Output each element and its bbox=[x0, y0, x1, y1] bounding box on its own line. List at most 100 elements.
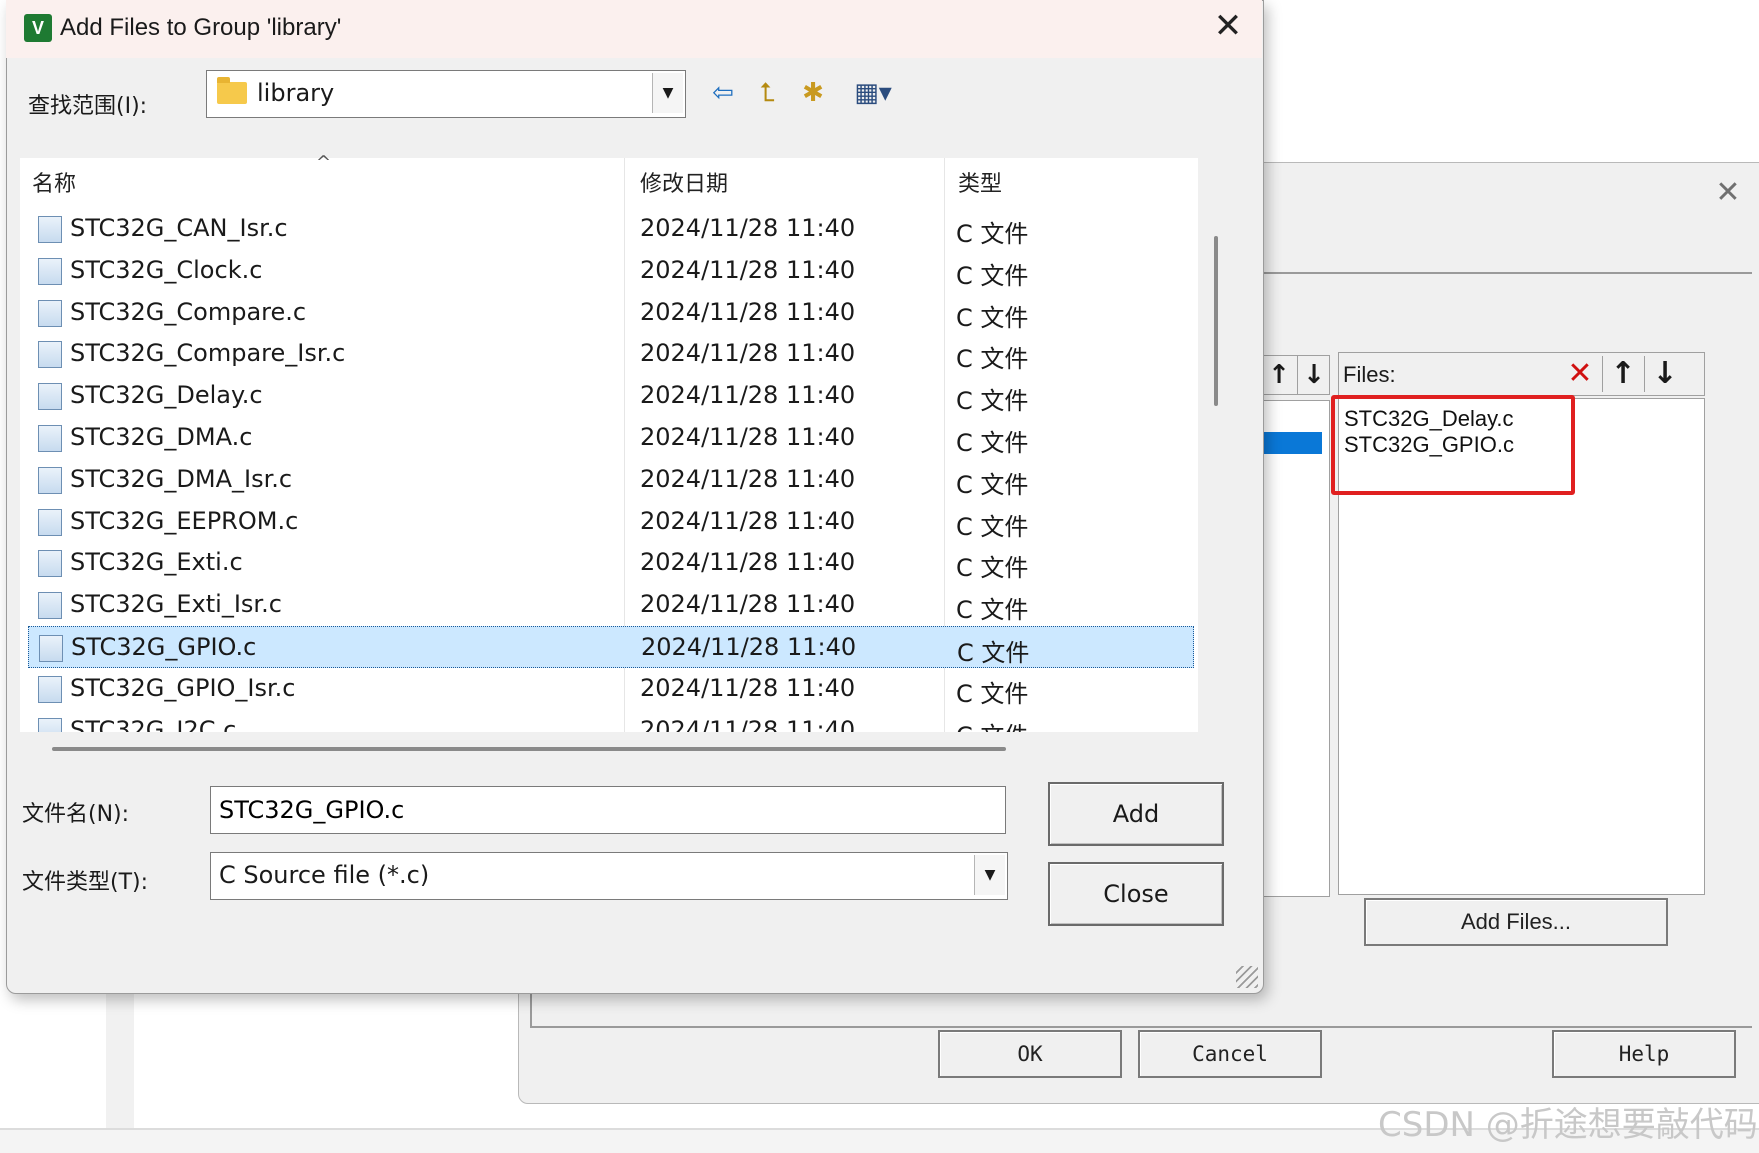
new-folder-icon[interactable]: ✱ bbox=[796, 76, 830, 110]
file-row[interactable]: STC32G_GPIO.c 2024/11/28 11:40 C 文件 bbox=[28, 626, 1194, 668]
file-row-name: STC32G_Exti_Isr.c bbox=[70, 590, 282, 619]
dialog-title: Add Files to Group 'library' bbox=[60, 14, 342, 41]
file-row-name: STC32G_Compare_Isr.c bbox=[70, 339, 346, 368]
c-file-icon bbox=[38, 466, 62, 494]
close-icon[interactable]: ✕ bbox=[1210, 8, 1246, 44]
c-file-icon bbox=[38, 675, 62, 703]
file-row-date: 2024/11/28 11:40 bbox=[640, 214, 856, 242]
groups-list[interactable] bbox=[1262, 400, 1330, 897]
c-file-icon bbox=[38, 341, 62, 369]
c-file-icon bbox=[38, 216, 62, 243]
file-row-type: C 文件 bbox=[956, 429, 1029, 457]
file-row-date: 2024/11/28 11:40 bbox=[640, 548, 856, 577]
file-type-label: 文件类型(T): bbox=[22, 870, 149, 895]
look-in-value: library bbox=[257, 79, 335, 107]
resize-grip-icon[interactable] bbox=[1236, 966, 1258, 988]
delete-icon[interactable]: ✕ bbox=[1560, 356, 1600, 392]
move-up-icon[interactable]: ↑ bbox=[1263, 356, 1295, 394]
file-row-date: 2024/11/28 11:40 bbox=[640, 381, 856, 410]
file-row[interactable]: STC32G_Compare_Isr.c 2024/11/28 11:40 C 文件 bbox=[28, 333, 1194, 375]
c-file-icon bbox=[38, 257, 62, 285]
file-row-type: C 文件 bbox=[956, 345, 1029, 374]
move-up-icon[interactable]: ↑ bbox=[1602, 356, 1643, 392]
file-type-dropdown[interactable]: C Source file (*.c) ▼ bbox=[210, 852, 1008, 900]
file-row-date: 2024/11/28 11:40 bbox=[640, 339, 856, 368]
file-row-type: C 文件 bbox=[956, 554, 1029, 583]
file-row-date: 2024/11/28 11:40 bbox=[640, 590, 856, 619]
file-row[interactable]: STC32G_EEPROM.c 2024/11/28 11:40 C 文件 bbox=[28, 501, 1194, 543]
chevron-down-icon[interactable]: ▼ bbox=[974, 855, 1005, 895]
app-icon: V bbox=[24, 14, 52, 42]
file-row-name: STC32G_Clock.c bbox=[70, 255, 263, 284]
horizontal-scrollbar[interactable] bbox=[52, 747, 1006, 751]
cancel-button[interactable]: Cancel bbox=[1138, 1030, 1322, 1078]
file-row[interactable]: STC32G_Exti.c 2024/11/28 11:40 C 文件 bbox=[28, 542, 1194, 584]
close-button[interactable]: Close bbox=[1048, 862, 1224, 926]
file-row-date: 2024/11/28 11:40 bbox=[641, 633, 857, 661]
file-row[interactable]: STC32G_DMA_Isr.c 2024/11/28 11:40 C 文件 bbox=[28, 459, 1194, 501]
file-row[interactable]: STC32G_DMA.c 2024/11/28 11:40 C 文件 bbox=[28, 417, 1194, 459]
file-row[interactable]: STC32G_Compare.c 2024/11/28 11:40 C 文件 bbox=[28, 292, 1194, 334]
file-row-name: STC32G_GPIO_Isr.c bbox=[70, 673, 296, 702]
watermark: CSDN @折途想要敲代码 bbox=[1378, 1105, 1758, 1145]
ok-button[interactable]: OK bbox=[938, 1030, 1122, 1078]
file-type-value: C Source file (*.c) bbox=[219, 861, 430, 889]
file-row[interactable]: STC32G_Clock.c 2024/11/28 11:40 C 文件 bbox=[28, 250, 1194, 292]
column-header-type[interactable]: 类型 bbox=[958, 166, 1002, 198]
vertical-scrollbar[interactable] bbox=[1214, 236, 1218, 406]
file-row-type: C 文件 bbox=[956, 387, 1029, 416]
c-file-icon bbox=[38, 383, 62, 411]
files-label: Files: bbox=[1343, 362, 1396, 387]
file-row-date: 2024/11/28 11:40 bbox=[640, 423, 856, 451]
file-name-input[interactable] bbox=[210, 786, 1006, 834]
groups-selected-item[interactable] bbox=[1262, 432, 1322, 454]
file-row-type: C 文件 bbox=[956, 220, 1029, 248]
file-row-date: 2024/11/28 11:40 bbox=[640, 715, 856, 732]
file-row-type: C 文件 bbox=[956, 261, 1029, 290]
move-down-icon[interactable]: ↓ bbox=[1644, 356, 1685, 392]
back-icon[interactable]: ⇦ bbox=[706, 76, 740, 110]
c-file-icon bbox=[38, 550, 62, 578]
c-file-icon bbox=[39, 635, 63, 662]
c-file-icon bbox=[38, 299, 62, 327]
file-row-name: STC32G_DMA.c bbox=[70, 423, 253, 451]
help-button[interactable]: Help bbox=[1552, 1030, 1736, 1078]
file-row-name: STC32G_I2C.c bbox=[70, 715, 237, 732]
file-row-type: C 文件 bbox=[956, 303, 1029, 332]
file-row[interactable]: STC32G_Delay.c 2024/11/28 11:40 C 文件 bbox=[28, 375, 1194, 417]
bg-close-icon[interactable]: ✕ bbox=[1713, 178, 1743, 208]
file-row-name: STC32G_EEPROM.c bbox=[70, 506, 299, 535]
file-row-type: C 文件 bbox=[956, 596, 1029, 625]
file-row-name: STC32G_Compare.c bbox=[70, 297, 307, 326]
file-row-type: C 文件 bbox=[957, 639, 1030, 667]
file-row[interactable]: STC32G_CAN_Isr.c 2024/11/28 11:40 C 文件 bbox=[28, 208, 1194, 250]
chevron-down-icon[interactable]: ▼ bbox=[652, 73, 683, 113]
file-row-name: STC32G_DMA_Isr.c bbox=[70, 464, 293, 493]
look-in-dropdown[interactable]: library ▼ bbox=[206, 70, 686, 118]
file-row-date: 2024/11/28 11:40 bbox=[640, 673, 856, 702]
c-file-icon bbox=[38, 717, 62, 732]
file-row-date: 2024/11/28 11:40 bbox=[640, 297, 856, 326]
add-files-button[interactable]: Add Files... bbox=[1364, 898, 1668, 946]
file-row-date: 2024/11/28 11:40 bbox=[640, 506, 856, 535]
file-row[interactable]: STC32G_GPIO_Isr.c 2024/11/28 11:40 C 文件 bbox=[28, 668, 1194, 710]
c-file-icon bbox=[38, 508, 62, 536]
sort-ascending-icon: ^ bbox=[316, 152, 332, 173]
file-row-date: 2024/11/28 11:40 bbox=[640, 255, 856, 284]
add-button[interactable]: Add bbox=[1048, 782, 1224, 846]
highlight-box bbox=[1331, 395, 1575, 495]
file-row[interactable]: STC32G_I2C.c 2024/11/28 11:40 C 文件 bbox=[28, 710, 1194, 732]
column-header-name[interactable]: 名称 bbox=[32, 166, 76, 198]
file-row-name: STC32G_Delay.c bbox=[70, 381, 263, 410]
groups-toolbar: ↑ ↓ bbox=[1262, 355, 1330, 395]
file-row-type: C 文件 bbox=[956, 679, 1029, 708]
file-name-label: 文件名(N): bbox=[22, 802, 130, 827]
up-folder-icon[interactable]: ⮤ bbox=[750, 76, 784, 110]
file-row[interactable]: STC32G_Exti_Isr.c 2024/11/28 11:40 C 文件 bbox=[28, 584, 1194, 626]
file-row-type: C 文件 bbox=[956, 512, 1029, 541]
look-in-label: 查找范围(I): bbox=[28, 94, 148, 119]
move-down-icon[interactable]: ↓ bbox=[1297, 356, 1330, 394]
c-file-icon bbox=[38, 592, 62, 620]
column-header-date[interactable]: 修改日期 bbox=[640, 166, 728, 198]
view-menu-icon[interactable]: ▦▾ bbox=[844, 76, 902, 110]
